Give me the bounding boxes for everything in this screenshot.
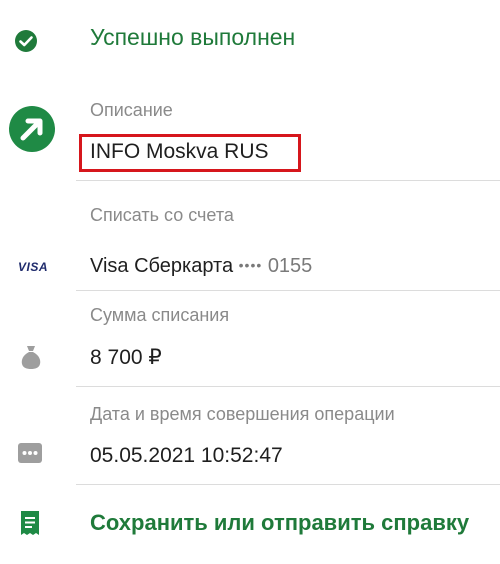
arrow-up-right-circle-icon	[8, 105, 56, 153]
divider	[76, 290, 500, 291]
datetime-value: 05.05.2021 10:52:47	[90, 444, 283, 467]
status-check-icon	[14, 29, 38, 53]
ellipsis-box-icon	[17, 442, 43, 464]
divider	[76, 180, 500, 181]
divider	[76, 484, 500, 485]
visa-logo-icon: VISA	[18, 260, 49, 274]
description-highlight-box	[79, 134, 301, 172]
divider	[76, 386, 500, 387]
status-text: Успешно выполнен	[90, 24, 296, 50]
amount-value: 8 700 ₽	[90, 346, 162, 369]
receipt-icon[interactable]	[19, 510, 41, 536]
card-mask: ••••	[238, 257, 263, 273]
account-value: Visa Сберкарта •••• 0155	[90, 255, 312, 278]
account-label: Списать со счета	[90, 205, 234, 225]
card-name: Visa Сберкарта	[90, 255, 234, 277]
money-bag-icon	[19, 344, 43, 370]
amount-label: Сумма списания	[90, 305, 230, 325]
save-or-send-receipt-button[interactable]: Сохранить или отправить справку	[90, 510, 469, 536]
card-last4: 0155	[267, 255, 313, 277]
datetime-label: Дата и время совершения операции	[90, 404, 395, 424]
description-label: Описание	[90, 100, 173, 120]
